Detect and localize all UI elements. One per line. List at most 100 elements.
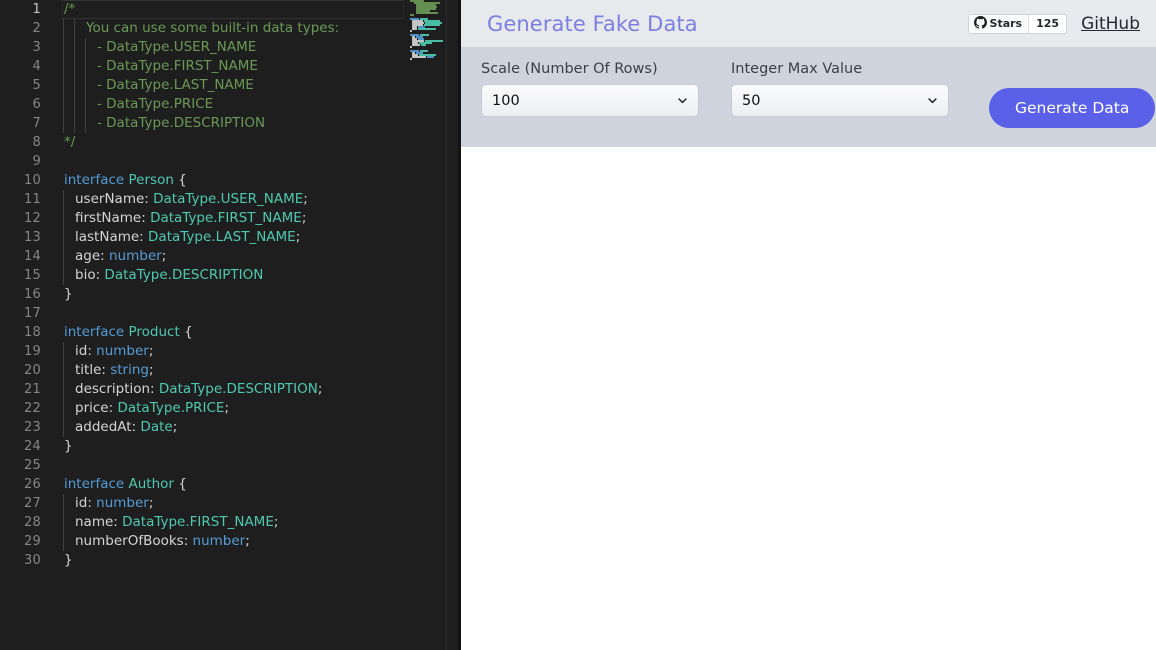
code-line[interactable]: 20 title: string;: [0, 361, 447, 380]
editor-minimap[interactable]: [408, 0, 447, 62]
code-line[interactable]: 27 id: number;: [0, 494, 447, 513]
code-line[interactable]: 7 - DataType.DESCRIPTION: [0, 114, 447, 133]
line-number: 12: [24, 211, 41, 226]
code-editor-pane[interactable]: 1 /* 2 You can use some built-in data types…: [0, 0, 461, 650]
indent-guide: [63, 95, 64, 114]
line-number: 29: [24, 534, 41, 549]
github-stars-count: 125: [1029, 14, 1067, 33]
code-line[interactable]: 25: [0, 456, 447, 475]
github-stars-label-group: Stars: [968, 14, 1030, 33]
line-number: 20: [24, 363, 41, 378]
code-text: interface Product {: [64, 324, 193, 340]
chevron-down-icon: [678, 97, 687, 103]
line-number: 22: [24, 401, 41, 416]
generate-data-button[interactable]: Generate Data: [989, 88, 1156, 128]
code-line[interactable]: 28 name: DataType.FIRST_NAME;: [0, 513, 447, 532]
app-root: 1 /* 2 You can use some built-in data types…: [0, 0, 1156, 650]
minimap-segment: [410, 58, 412, 60]
code-line[interactable]: 4 - DataType.FIRST_NAME: [0, 57, 447, 76]
line-number: 15: [24, 268, 41, 283]
results-area: [461, 147, 1156, 650]
code-line[interactable]: 2 You can use some built-in data types:: [0, 19, 447, 38]
chevron-down-icon: [928, 97, 937, 103]
indent-guide: [74, 38, 75, 57]
code-text: - DataType.PRICE: [97, 96, 214, 112]
code-line[interactable]: 10 interface Person {: [0, 171, 447, 190]
code-text: age: number;: [75, 248, 167, 264]
code-editor-content[interactable]: 1 /* 2 You can use some built-in data types…: [0, 0, 447, 650]
code-line[interactable]: 29 numberOfBooks: number;: [0, 532, 447, 551]
code-line[interactable]: 24}: [0, 437, 447, 456]
code-line[interactable]: 15 bio: DataType.DESCRIPTION: [0, 266, 447, 285]
indent-guide: [63, 494, 64, 513]
line-number: 4: [32, 59, 41, 74]
code-text: - DataType.DESCRIPTION: [97, 115, 266, 131]
line-number: 10: [24, 173, 41, 188]
indent-guide: [63, 247, 64, 266]
controls-bar: Scale (Number Of Rows) 100 Integer Max V…: [461, 47, 1156, 147]
code-text: id: number;: [75, 343, 154, 359]
code-line[interactable]: 1 /*: [0, 0, 447, 19]
code-line[interactable]: 9: [0, 152, 447, 171]
code-line[interactable]: 5 - DataType.LAST_NAME: [0, 76, 447, 95]
code-line[interactable]: 12 firstName: DataType.FIRST_NAME;: [0, 209, 447, 228]
indent-guide: [63, 399, 64, 418]
line-number: 16: [24, 287, 41, 302]
code-text: /*: [64, 1, 76, 17]
line-number: 14: [24, 249, 41, 264]
scale-select[interactable]: 100: [481, 84, 699, 117]
header-actions: Stars 125 GitHub: [967, 13, 1140, 34]
indent-guide: [63, 76, 64, 95]
code-line[interactable]: 23 addedAt: Date;: [0, 418, 447, 437]
code-line[interactable]: 16}: [0, 285, 447, 304]
code-text: }: [64, 438, 73, 454]
code-line[interactable]: 13 lastName: DataType.LAST_NAME;: [0, 228, 447, 247]
code-text: name: DataType.FIRST_NAME;: [75, 514, 279, 530]
code-line[interactable]: 3 - DataType.USER_NAME: [0, 38, 447, 57]
code-line[interactable]: 26 interface Author {: [0, 475, 447, 494]
line-number: 5: [32, 78, 41, 93]
code-line[interactable]: 18 interface Product {: [0, 323, 447, 342]
code-line[interactable]: 8 */: [0, 133, 447, 152]
code-text: id: number;: [75, 495, 154, 511]
code-line[interactable]: 11 userName: DataType.USER_NAME;: [0, 190, 447, 209]
line-number: 21: [24, 382, 41, 397]
code-line[interactable]: 19 id: number;: [0, 342, 447, 361]
github-stars-badge[interactable]: Stars 125: [967, 13, 1068, 34]
integer-max-select[interactable]: 50: [731, 84, 949, 117]
code-line[interactable]: 14 age: number;: [0, 247, 447, 266]
line-number: 27: [24, 496, 41, 511]
page-title: Generate Fake Data: [487, 11, 698, 36]
line-number: 8: [32, 135, 41, 150]
line-number: 1: [32, 2, 41, 17]
active-line-highlight: [62, 0, 404, 19]
code-text: price: DataType.PRICE;: [75, 400, 230, 416]
code-text: You can use some built-in data types:: [86, 20, 340, 36]
code-text: description: DataType.DESCRIPTION;: [75, 381, 323, 397]
integer-max-value: 50: [742, 92, 761, 109]
scale-value: 100: [492, 92, 520, 109]
code-line[interactable]: 17: [0, 304, 447, 323]
line-number: 24: [24, 439, 41, 454]
line-number: 25: [24, 458, 41, 473]
indent-guide: [74, 19, 75, 38]
code-line[interactable]: 22 price: DataType.PRICE;: [0, 399, 447, 418]
line-number: 2: [32, 21, 41, 36]
code-text: }: [64, 552, 73, 568]
line-number: 9: [32, 154, 41, 169]
indent-guide: [63, 38, 64, 57]
code-line[interactable]: 30}: [0, 551, 447, 570]
code-text: - DataType.LAST_NAME: [97, 77, 254, 93]
scale-field: Scale (Number Of Rows) 100: [481, 61, 699, 117]
code-text: title: string;: [75, 362, 154, 378]
code-line[interactable]: 6 - DataType.PRICE: [0, 95, 447, 114]
indent-guide: [63, 57, 64, 76]
line-number: 7: [32, 116, 41, 131]
code-text: userName: DataType.USER_NAME;: [75, 191, 308, 207]
code-text: lastName: DataType.LAST_NAME;: [75, 229, 301, 245]
code-text: - DataType.FIRST_NAME: [97, 58, 258, 74]
code-line[interactable]: 21 description: DataType.DESCRIPTION;: [0, 380, 447, 399]
github-link[interactable]: GitHub: [1081, 14, 1140, 34]
pane-divider[interactable]: [458, 0, 461, 650]
line-number: 6: [32, 97, 41, 112]
